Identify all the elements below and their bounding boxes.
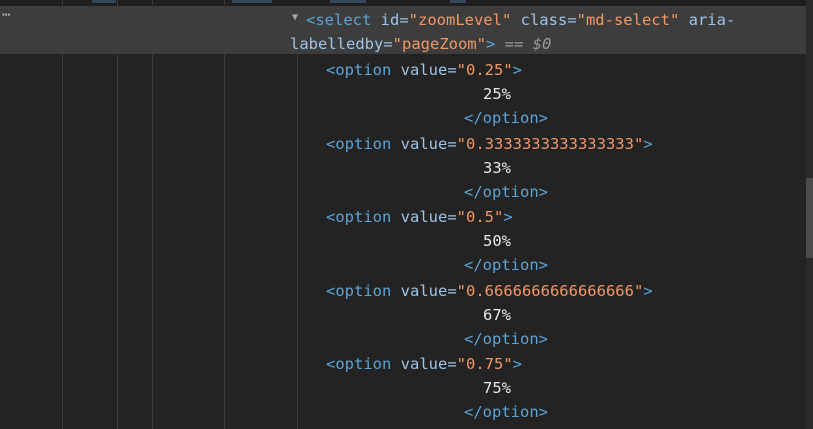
option-close-tag[interactable]: </option>	[464, 400, 548, 424]
selected-marker-eq: ==	[495, 35, 533, 53]
attr-value: "zoomLevel"	[408, 11, 512, 29]
attr-value: "0.5"	[456, 208, 504, 227]
top-dash	[232, 0, 272, 3]
attr-name: id=	[371, 11, 409, 29]
attr-value: "md-select"	[576, 11, 680, 29]
top-dash	[450, 0, 466, 3]
top-dash	[330, 0, 366, 3]
option-open-tag[interactable]: <option value="0.6666666666666666">	[326, 279, 653, 303]
attr-name: value=	[391, 61, 457, 79]
tag-name: <select	[306, 11, 372, 29]
tag-name: <option	[326, 355, 392, 374]
option-open-tag[interactable]: <option value="0.75">	[326, 352, 522, 376]
tag-name: <option	[326, 61, 392, 79]
attr-value: "0.3333333333333333"	[456, 134, 644, 153]
option-open-tag[interactable]: <option value="0.5">	[326, 205, 513, 229]
attr-name: class=	[511, 11, 577, 29]
tag-close: >	[512, 355, 522, 374]
option-close-tag[interactable]: </option>	[464, 327, 548, 351]
indent-guide	[224, 0, 225, 429]
attr-name: labelledby=	[290, 35, 393, 53]
indent-guide	[297, 54, 298, 429]
option-close-tag[interactable]: </option>	[464, 253, 548, 277]
attr-value: "0.75"	[456, 355, 513, 374]
attr-name: value=	[391, 208, 457, 227]
tag-close: >	[643, 134, 653, 153]
overflow-menu-icon[interactable]: ⋯	[2, 7, 10, 23]
expanded-triangle-icon[interactable]: ▼	[292, 12, 298, 23]
option-close-tag[interactable]: </option>	[464, 180, 548, 204]
tag-close: >	[643, 281, 653, 300]
option-open-tag[interactable]: <option value="0.3333333333333333">	[326, 132, 653, 156]
option-text[interactable]: 50%	[483, 229, 511, 253]
indent-guide	[152, 0, 153, 429]
option-close-tag[interactable]: </option>	[464, 106, 548, 130]
select-open-tag-continued[interactable]: labelledby="pageZoom"> == $0	[290, 32, 551, 56]
attr-name: value=	[391, 134, 457, 153]
tag-close: >	[512, 61, 522, 79]
attr-name: value=	[391, 281, 457, 300]
attr-value: "0.6666666666666666"	[456, 281, 644, 300]
option-text[interactable]: 67%	[483, 303, 511, 327]
attr-value: "0.25"	[456, 61, 513, 79]
attr-name: aria-	[679, 11, 736, 29]
scrollbar-thumb[interactable]	[806, 178, 813, 258]
select-open-tag[interactable]: <select id="zoomLevel" class="md-select"…	[306, 8, 735, 32]
option-text[interactable]: 25%	[483, 82, 511, 106]
top-dash	[92, 0, 116, 3]
tag-name: <option	[326, 208, 392, 227]
indent-guide	[62, 0, 63, 429]
attr-value: "pageZoom"	[392, 35, 486, 53]
tag-name: <option	[326, 134, 392, 153]
selected-marker-dollar: $0	[532, 35, 552, 53]
tag-close: >	[503, 208, 513, 227]
option-open-tag[interactable]: <option value="0.25">	[326, 58, 522, 82]
elements-panel: ⋯ ▼ <select id="zoomLevel" class="md-sel…	[0, 0, 813, 429]
option-text[interactable]: 33%	[483, 156, 511, 180]
indent-guide	[117, 0, 118, 429]
attr-name: value=	[391, 355, 457, 374]
tag-close: >	[485, 35, 496, 53]
tag-name: <option	[326, 281, 392, 300]
option-text[interactable]: 75%	[483, 376, 511, 400]
